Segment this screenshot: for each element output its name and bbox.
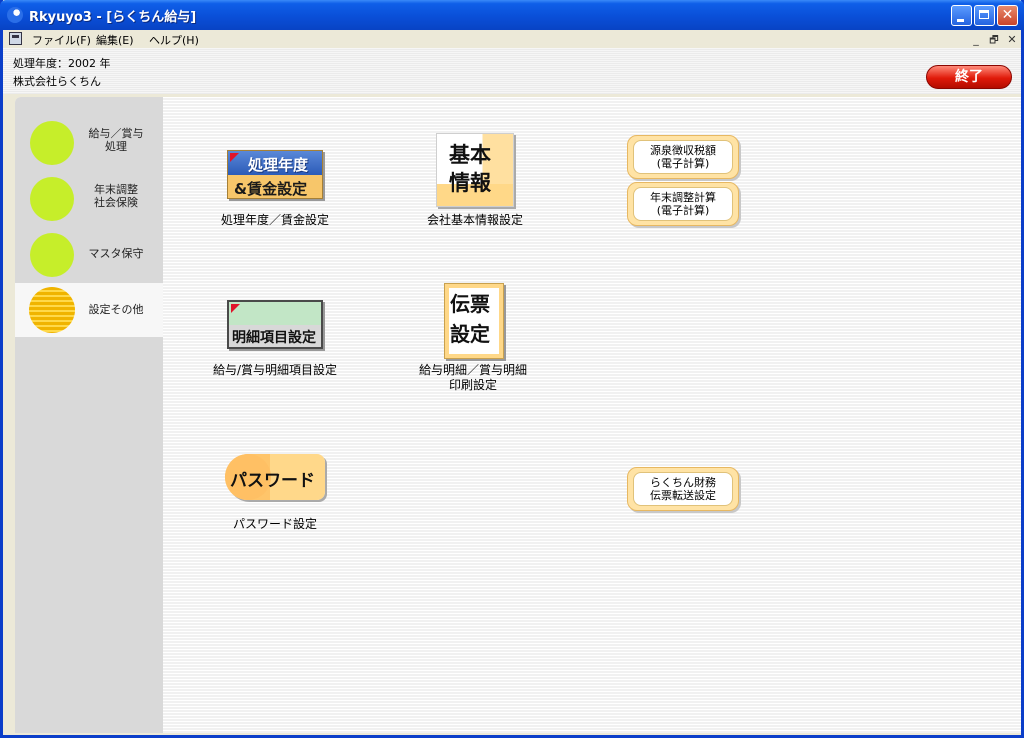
menu-edit[interactable]: 編集(E) <box>96 32 134 48</box>
sidebar-item-label: 設定その他 <box>88 303 144 316</box>
yearend-calc-label: 年末調整計算 (電子計算) <box>633 187 733 221</box>
processing-year: 処理年度：2002 年 <box>13 57 111 70</box>
sidebar-item-settings[interactable]: 設定その他 <box>15 283 163 337</box>
close-button[interactable]: ✕ <box>997 5 1018 26</box>
sidebar-item-label: マスタ保守 <box>88 247 144 260</box>
password-label: パスワード設定 <box>232 517 317 531</box>
minimize-icon <box>957 19 964 22</box>
maximize-icon <box>979 10 989 19</box>
detail-items-button[interactable]: 明細項目設定 <box>227 300 325 350</box>
password-button[interactable]: パスワード <box>225 454 329 504</box>
withholding-tax-button[interactable]: 源泉徴収税額 (電子計算) <box>627 135 739 179</box>
maximize-button[interactable] <box>974 5 995 26</box>
year-wage-label: 処理年度／賃金設定 <box>220 213 329 227</box>
company-info-label: 会社基本情報設定 <box>426 213 523 227</box>
sidebar-item-label: 給与／賞与 処理 <box>88 127 144 153</box>
menu-file[interactable]: ファイル(F) <box>32 32 91 48</box>
company-info-icon: 基本 情報 <box>436 133 514 207</box>
mdi-restore-icon[interactable]: 🗗 <box>987 33 1001 46</box>
minimize-button[interactable] <box>951 5 972 26</box>
transfer-settings-label: らくちん財務 伝票転送設定 <box>633 472 733 506</box>
slip-settings-icon: 伝票 設定 <box>444 283 504 359</box>
year-wage-icon: 処理年度 &賃金設定 <box>227 150 323 199</box>
company-name: 株式会社らくちん <box>13 75 101 88</box>
exit-button[interactable]: 終了 <box>926 65 1012 89</box>
close-icon: ✕ <box>1001 7 1014 23</box>
mdi-minimize-icon[interactable]: _ <box>969 33 983 46</box>
sidebar-item-yearend[interactable]: 年末調整 社会保険 <box>15 171 163 225</box>
sidebar-item-master[interactable]: マスタ保守 <box>15 227 163 281</box>
info-bar: 処理年度：2002 年 株式会社らくちん 終了 <box>3 48 1021 94</box>
sidebar-item-label: 年末調整 社会保険 <box>94 183 138 209</box>
window-title: Rkyuyo3 - [らくちん給与] <box>29 10 197 25</box>
slip-settings-button[interactable]: 伝票 設定 <box>444 283 508 361</box>
menu-bar: ファイル(F) 編集(E) ヘルプ(H) _ 🗗 ✕ <box>3 30 1021 48</box>
slip-settings-label: 給与明細／賞与明細 印刷設定 <box>418 363 527 392</box>
detail-items-icon: 明細項目設定 <box>227 300 323 349</box>
circle-icon <box>30 233 74 277</box>
circle-icon <box>30 177 74 221</box>
yearend-calc-button[interactable]: 年末調整計算 (電子計算) <box>627 182 739 226</box>
title-bar[interactable]: Rkyuyo3 - [らくちん給与] ✕ <box>0 0 1024 30</box>
main-panel: 給与／賞与 処理 年末調整 社会保険 マスタ保守 設定その他 処理年度 &賃金設定 <box>15 97 1021 733</box>
year-wage-settings-button[interactable]: 処理年度 &賃金設定 <box>227 150 325 200</box>
circle-icon <box>30 121 74 165</box>
app-window: Rkyuyo3 - [らくちん給与] ✕ ファイル(F) 編集(E) ヘルプ(H… <box>0 0 1024 738</box>
transfer-settings-button[interactable]: らくちん財務 伝票転送設定 <box>627 467 739 511</box>
menu-help[interactable]: ヘルプ(H) <box>149 32 199 48</box>
withholding-tax-label: 源泉徴収税額 (電子計算) <box>633 140 733 174</box>
document-icon[interactable] <box>9 32 22 45</box>
circle-icon <box>29 287 75 333</box>
mdi-close-icon[interactable]: ✕ <box>1005 33 1019 46</box>
detail-items-label: 給与/賞与明細項目設定 <box>212 363 338 377</box>
sidebar-item-payroll[interactable]: 給与／賞与 処理 <box>15 115 163 169</box>
sidebar: 給与／賞与 処理 年末調整 社会保険 マスタ保守 設定その他 <box>15 97 163 733</box>
password-icon: パスワード <box>225 454 325 500</box>
company-info-button[interactable]: 基本 情報 <box>436 133 516 211</box>
app-logo-icon[interactable] <box>7 7 23 23</box>
